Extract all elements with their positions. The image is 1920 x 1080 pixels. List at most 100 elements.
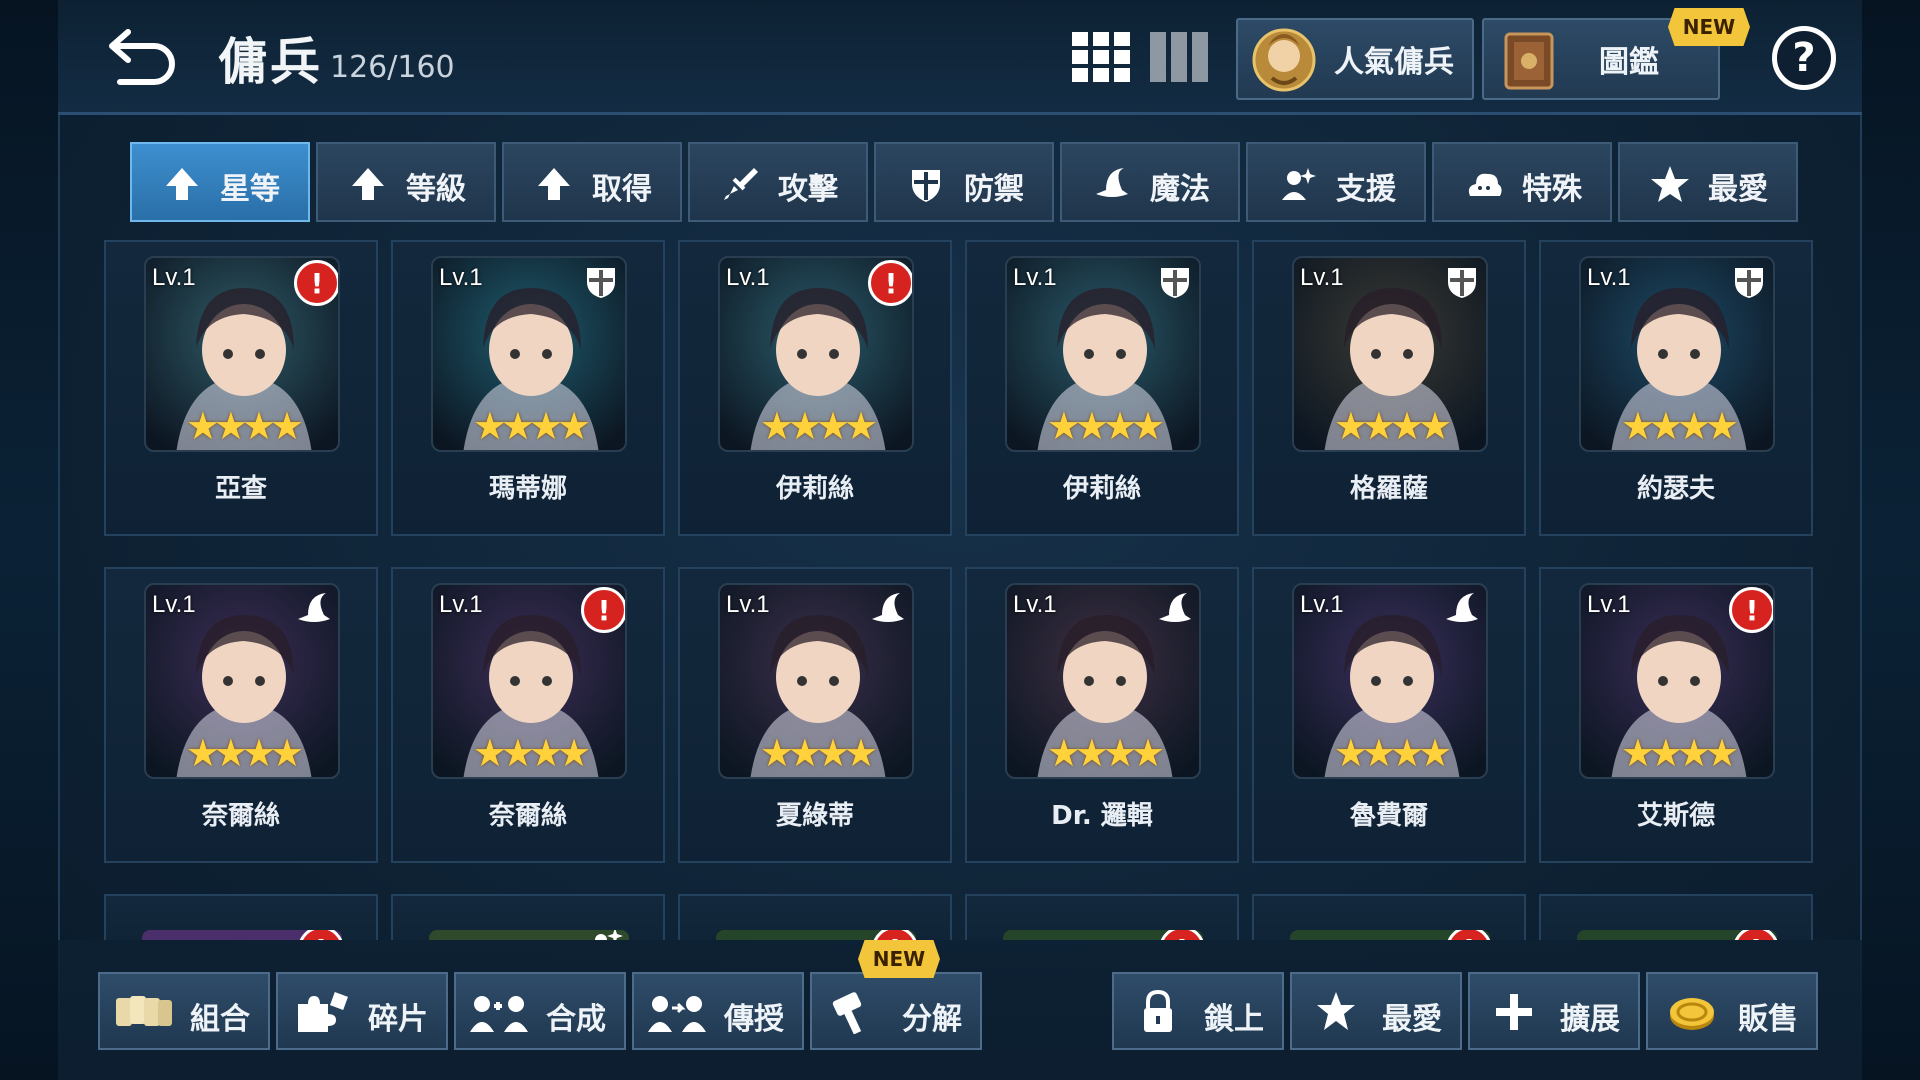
star-rating: ★★★★ [1620, 404, 1739, 448]
gold-coin-icon [1670, 998, 1714, 1030]
mercenary-name: 奈爾絲 [488, 801, 567, 831]
alert-badge: ! [872, 930, 916, 940]
tab-label: 最愛 [1708, 172, 1768, 207]
mercenary-card-partial[interactable]: Lv.1 [391, 894, 665, 940]
mercenary-name: 伊莉絲 [775, 474, 854, 504]
page-title: 傭兵 [218, 33, 322, 91]
favorite-button[interactable]: 最愛 [1290, 972, 1462, 1050]
expand-button[interactable]: 擴展 [1468, 972, 1640, 1050]
lock-button[interactable]: 鎖上 [1112, 972, 1284, 1050]
tab-label: 攻擊 [778, 172, 838, 207]
mercenary-portrait: Lv.1 ★★★★ [718, 583, 914, 779]
transfer-button[interactable]: 傳授 [632, 972, 804, 1050]
grid-view-icon [1072, 32, 1130, 82]
dismantle-button[interactable]: 分解 [810, 972, 982, 1050]
mercenary-grid: Lv.1 ★★★★! 亞查 Lv.1 ★★★★ 瑪蒂娜 Lv.1 ★★★★! 伊莉絲 Lv.1 ★★… [104, 240, 1816, 940]
mercenary-name: Dr. 邏輯 [1051, 801, 1153, 831]
fuse-heroes-icon [470, 996, 528, 1032]
mercenary-name: 瑪蒂娜 [488, 474, 567, 504]
mercenary-portrait: Lv.1 ★★★★ [144, 583, 340, 779]
tab-acquired[interactable]: 取得 [502, 142, 682, 222]
mercenary-card[interactable]: Lv.1 ★★★★! 艾斯德 [1539, 567, 1813, 863]
mercenary-card-partial[interactable]: Max.60! [1539, 894, 1813, 940]
alert-badge: ! [1446, 930, 1490, 940]
tab-favorite[interactable]: 最愛 [1618, 142, 1798, 222]
left-border [0, 0, 58, 1080]
mercenary-name: 魯費爾 [1349, 801, 1428, 831]
mercenary-portrait: Lv.1 ★★★★ [1005, 583, 1201, 779]
column-view-button[interactable] [1148, 30, 1210, 84]
tab-support[interactable]: 支援 [1246, 142, 1426, 222]
help-button[interactable]: ? [1772, 26, 1836, 90]
tab-level[interactable]: 等級 [316, 142, 496, 222]
mercenary-card[interactable]: Lv.1 ★★★★! 伊莉絲 [678, 240, 952, 536]
tab-label: 取得 [592, 172, 652, 207]
arrow-up-icon [352, 168, 384, 200]
mercenary-card[interactable]: Lv.1 ★★★★ Dr. 邏輯 [965, 567, 1239, 863]
mercenary-portrait: Lv.1! [142, 930, 342, 940]
mercenary-card-partial[interactable]: Max.60! [1252, 894, 1526, 940]
star-rating: ★★★★ [185, 404, 304, 448]
star-rating: ★★★★ [1046, 731, 1165, 775]
star-rating: ★★★★ [759, 731, 878, 775]
mercenary-name: 亞查 [214, 474, 267, 504]
mercenary-card[interactable]: Lv.1 ★★★★! 亞查 [104, 240, 378, 536]
level-label: Lv.1 [439, 591, 483, 618]
lock-icon [1144, 990, 1172, 1032]
mercenary-card[interactable]: Lv.1 ★★★★ 魯費爾 [1252, 567, 1526, 863]
tab-label: 等級 [406, 172, 466, 207]
popular-mercenaries-label: 人氣傭兵 [1334, 45, 1454, 80]
book-icon [1504, 32, 1554, 90]
mercenary-card[interactable]: Lv.1 ★★★★ 夏綠蒂 [678, 567, 952, 863]
mercenary-card[interactable]: Lv.1 ★★★★ 約瑟夫 [1539, 240, 1813, 536]
favorite-label: 最愛 [1382, 1002, 1442, 1037]
star-rating: ★★★★ [185, 731, 304, 775]
tab-label: 支援 [1336, 172, 1396, 207]
fuse-button[interactable]: 合成 [454, 972, 626, 1050]
mercenary-card-partial[interactable]: Max.60! [678, 894, 952, 940]
laurel-emblem-icon [1252, 28, 1316, 92]
alert-badge: ! [298, 930, 342, 940]
shield-icon [1161, 268, 1189, 298]
dismantle-label: 分解 [902, 1002, 962, 1037]
right-border [1862, 0, 1920, 1080]
tab-label: 魔法 [1150, 172, 1210, 207]
witch-hat-icon [298, 593, 330, 622]
dismantle-new-badge: NEW [858, 940, 940, 978]
star-rating: ★★★★ [1333, 731, 1452, 775]
mercenary-portrait: Lv.1 ★★★★! [144, 256, 340, 452]
grid-view-button[interactable] [1070, 30, 1132, 84]
puzzle-pieces-icon [298, 992, 348, 1032]
transfer-heroes-icon [648, 996, 706, 1032]
mercenary-card[interactable]: Lv.1 ★★★★! 奈爾絲 [391, 567, 665, 863]
expand-label: 擴展 [1560, 1002, 1620, 1037]
star-rating: ★★★★ [759, 404, 878, 448]
mercenary-name: 格羅薩 [1349, 474, 1428, 504]
tab-special[interactable]: 特殊 [1432, 142, 1612, 222]
mercenary-card[interactable]: Lv.1 ★★★★ 伊莉絲 [965, 240, 1239, 536]
shards-button[interactable]: 碎片 [276, 972, 448, 1050]
tab-magic[interactable]: 魔法 [1060, 142, 1240, 222]
mercenary-card-partial[interactable]: Max.60! [965, 894, 1239, 940]
arrow-up-icon [538, 168, 570, 200]
shield-icon [1448, 268, 1476, 298]
combo-button[interactable]: 組合 [98, 972, 270, 1050]
sell-label: 販售 [1738, 1002, 1798, 1037]
mercenary-name: 伊莉絲 [1062, 474, 1141, 504]
mercenary-card-partial[interactable]: Lv.1! [104, 894, 378, 940]
mercenary-card[interactable]: Lv.1 ★★★★ 格羅薩 [1252, 240, 1526, 536]
tab-defense[interactable]: 防禦 [874, 142, 1054, 222]
shield-icon [912, 170, 940, 202]
back-arrow-icon [109, 29, 175, 85]
sell-button[interactable]: 販售 [1646, 972, 1818, 1050]
codex-label: 圖鑑 [1599, 45, 1659, 80]
tab-star-rank[interactable]: 星等 [130, 142, 310, 222]
mercenary-card[interactable]: Lv.1 ★★★★ 瑪蒂娜 [391, 240, 665, 536]
tab-attack[interactable]: 攻擊 [688, 142, 868, 222]
mercenary-portrait: Lv.1 ★★★★ [431, 256, 627, 452]
popular-mercenaries-button[interactable]: 人氣傭兵 [1236, 18, 1474, 100]
mercenary-card[interactable]: Lv.1 ★★★★ 奈爾絲 [104, 567, 378, 863]
lock-label: 鎖上 [1204, 1002, 1264, 1037]
mercenary-name: 夏綠蒂 [775, 801, 854, 831]
back-button[interactable] [104, 22, 184, 86]
